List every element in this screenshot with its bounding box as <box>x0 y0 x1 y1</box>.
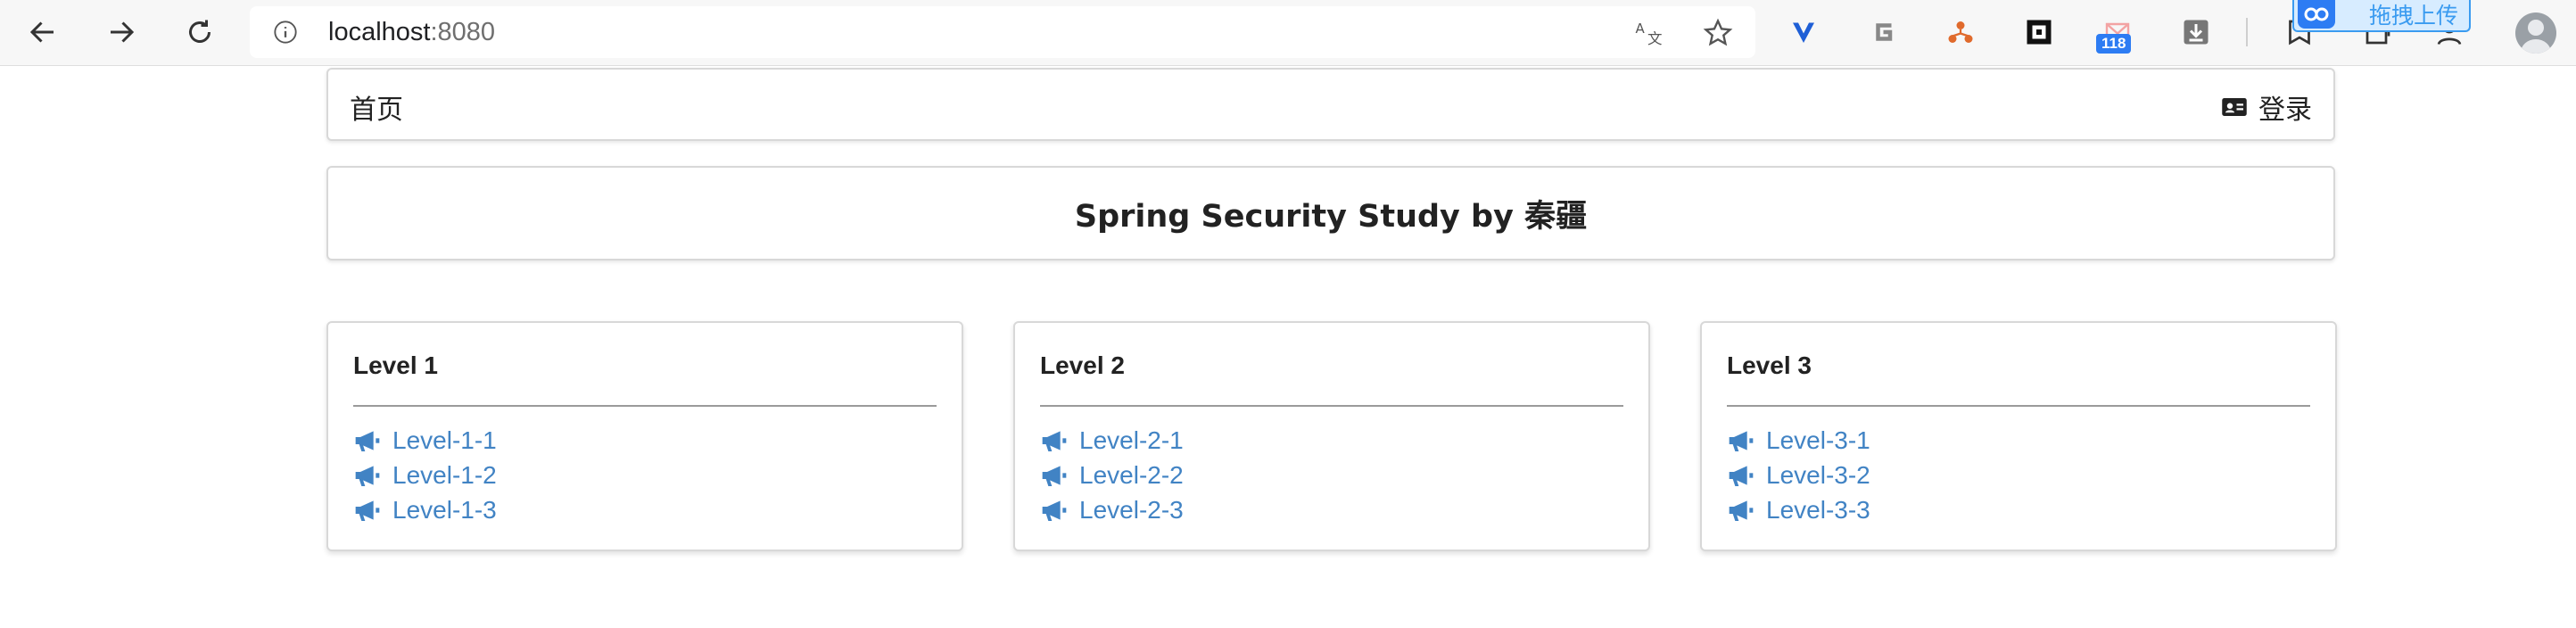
card-link-list: Level-1-1 Level-1-2 Level-1-3 <box>353 423 497 527</box>
toolbar-separator <box>2246 18 2248 46</box>
level-link-label: Level-1-3 <box>392 495 497 524</box>
level-link-2-2[interactable]: Level-2-2 <box>1040 458 1184 492</box>
menu-home-link[interactable]: 首页 <box>350 87 403 127</box>
level-link-label: Level-2-3 <box>1079 495 1184 524</box>
level-link-1-1[interactable]: Level-1-1 <box>353 423 497 458</box>
url-text[interactable]: localhost:8080 <box>328 18 495 47</box>
level-link-label: Level-3-1 <box>1766 426 1870 454</box>
bullhorn-icon <box>355 465 380 486</box>
upload-widget[interactable]: 拖拽上传 <box>2292 0 2471 32</box>
level-link-1-2[interactable]: Level-1-2 <box>353 458 497 492</box>
level-link-label: Level-2-2 <box>1079 460 1184 489</box>
profile-avatar[interactable] <box>2515 12 2556 54</box>
card-title: Level 2 <box>1040 351 1125 379</box>
level-link-label: Level-3-3 <box>1766 495 1870 524</box>
level-link-label: Level-1-2 <box>392 460 497 489</box>
level-link-1-3[interactable]: Level-1-3 <box>353 492 497 527</box>
bullhorn-icon <box>1729 430 1754 451</box>
url-port: :8080 <box>430 18 496 46</box>
level-link-3-3[interactable]: Level-3-3 <box>1727 492 1870 527</box>
extension-qr-icon[interactable] <box>2019 12 2059 52</box>
level-link-2-1[interactable]: Level-2-1 <box>1040 423 1184 458</box>
card-link-list: Level-3-1 Level-3-2 Level-3-3 <box>1727 423 1870 527</box>
upload-widget-label: 拖拽上传 <box>2369 4 2459 29</box>
bullhorn-icon <box>1042 465 1067 486</box>
id-card-icon <box>2222 98 2247 116</box>
extension-g-icon[interactable] <box>1862 12 1902 52</box>
svg-text:A: A <box>1636 21 1646 37</box>
address-bar[interactable]: localhost:8080 A文 <box>250 6 1755 58</box>
level-card-3: Level 3 Level-3-1 Level-3-2 Level-3-3 <box>1700 321 2337 551</box>
cloud-logo-icon <box>2298 0 2335 29</box>
level-link-3-1[interactable]: Level-3-1 <box>1727 423 1870 458</box>
back-button[interactable] <box>20 9 66 55</box>
extension-download-icon[interactable] <box>2176 12 2216 52</box>
card-title: Level 3 <box>1727 351 1812 379</box>
level-card-2: Level 2 Level-2-1 Level-2-2 Level-2-3 <box>1013 321 1650 551</box>
extension-shield-icon[interactable] <box>1784 12 1823 52</box>
level-link-label: Level-3-2 <box>1766 460 1870 489</box>
back-icon <box>29 21 54 43</box>
card-link-list: Level-2-1 Level-2-2 Level-2-3 <box>1040 423 1184 527</box>
bullhorn-icon <box>355 500 380 521</box>
bullhorn-icon <box>1729 500 1754 521</box>
card-title: Level 1 <box>353 351 438 379</box>
level-link-label: Level-1-1 <box>392 426 497 454</box>
bullhorn-icon <box>355 430 380 451</box>
reload-button[interactable] <box>177 9 223 55</box>
level-link-2-3[interactable]: Level-2-3 <box>1040 492 1184 527</box>
url-host: localhost <box>328 18 431 46</box>
card-divider <box>1040 405 1623 407</box>
tab-count-badge: 118 <box>2096 34 2132 54</box>
top-menu: 首页 登录 <box>326 68 2335 141</box>
page-header: Spring Security Study by 秦疆 <box>326 166 2335 260</box>
card-divider <box>1727 405 2310 407</box>
svg-text:文: 文 <box>1647 30 1663 47</box>
level-link-label: Level-2-1 <box>1079 426 1184 454</box>
card-divider <box>353 405 937 407</box>
extension-network-icon[interactable] <box>1941 12 1980 52</box>
forward-button[interactable] <box>98 9 144 55</box>
forward-icon <box>111 21 135 43</box>
translate-icon[interactable]: A文 <box>1634 17 1666 49</box>
login-label: 登录 <box>2258 95 2312 126</box>
browser-toolbar: localhost:8080 A文 118 拖拽上传 <box>0 0 2576 66</box>
bullhorn-icon <box>1729 465 1754 486</box>
reload-icon <box>189 20 211 43</box>
star-icon[interactable] <box>1702 17 1734 49</box>
bullhorn-icon <box>1042 500 1067 521</box>
info-icon[interactable] <box>273 20 298 45</box>
page-title: Spring Security Study by 秦疆 <box>1074 198 1588 235</box>
login-link[interactable]: 登录 <box>2221 87 2312 127</box>
level-link-3-2[interactable]: Level-3-2 <box>1727 458 1870 492</box>
bullhorn-icon <box>1042 430 1067 451</box>
level-card-1: Level 1 Level-1-1 Level-1-2 Level-1-3 <box>326 321 963 551</box>
